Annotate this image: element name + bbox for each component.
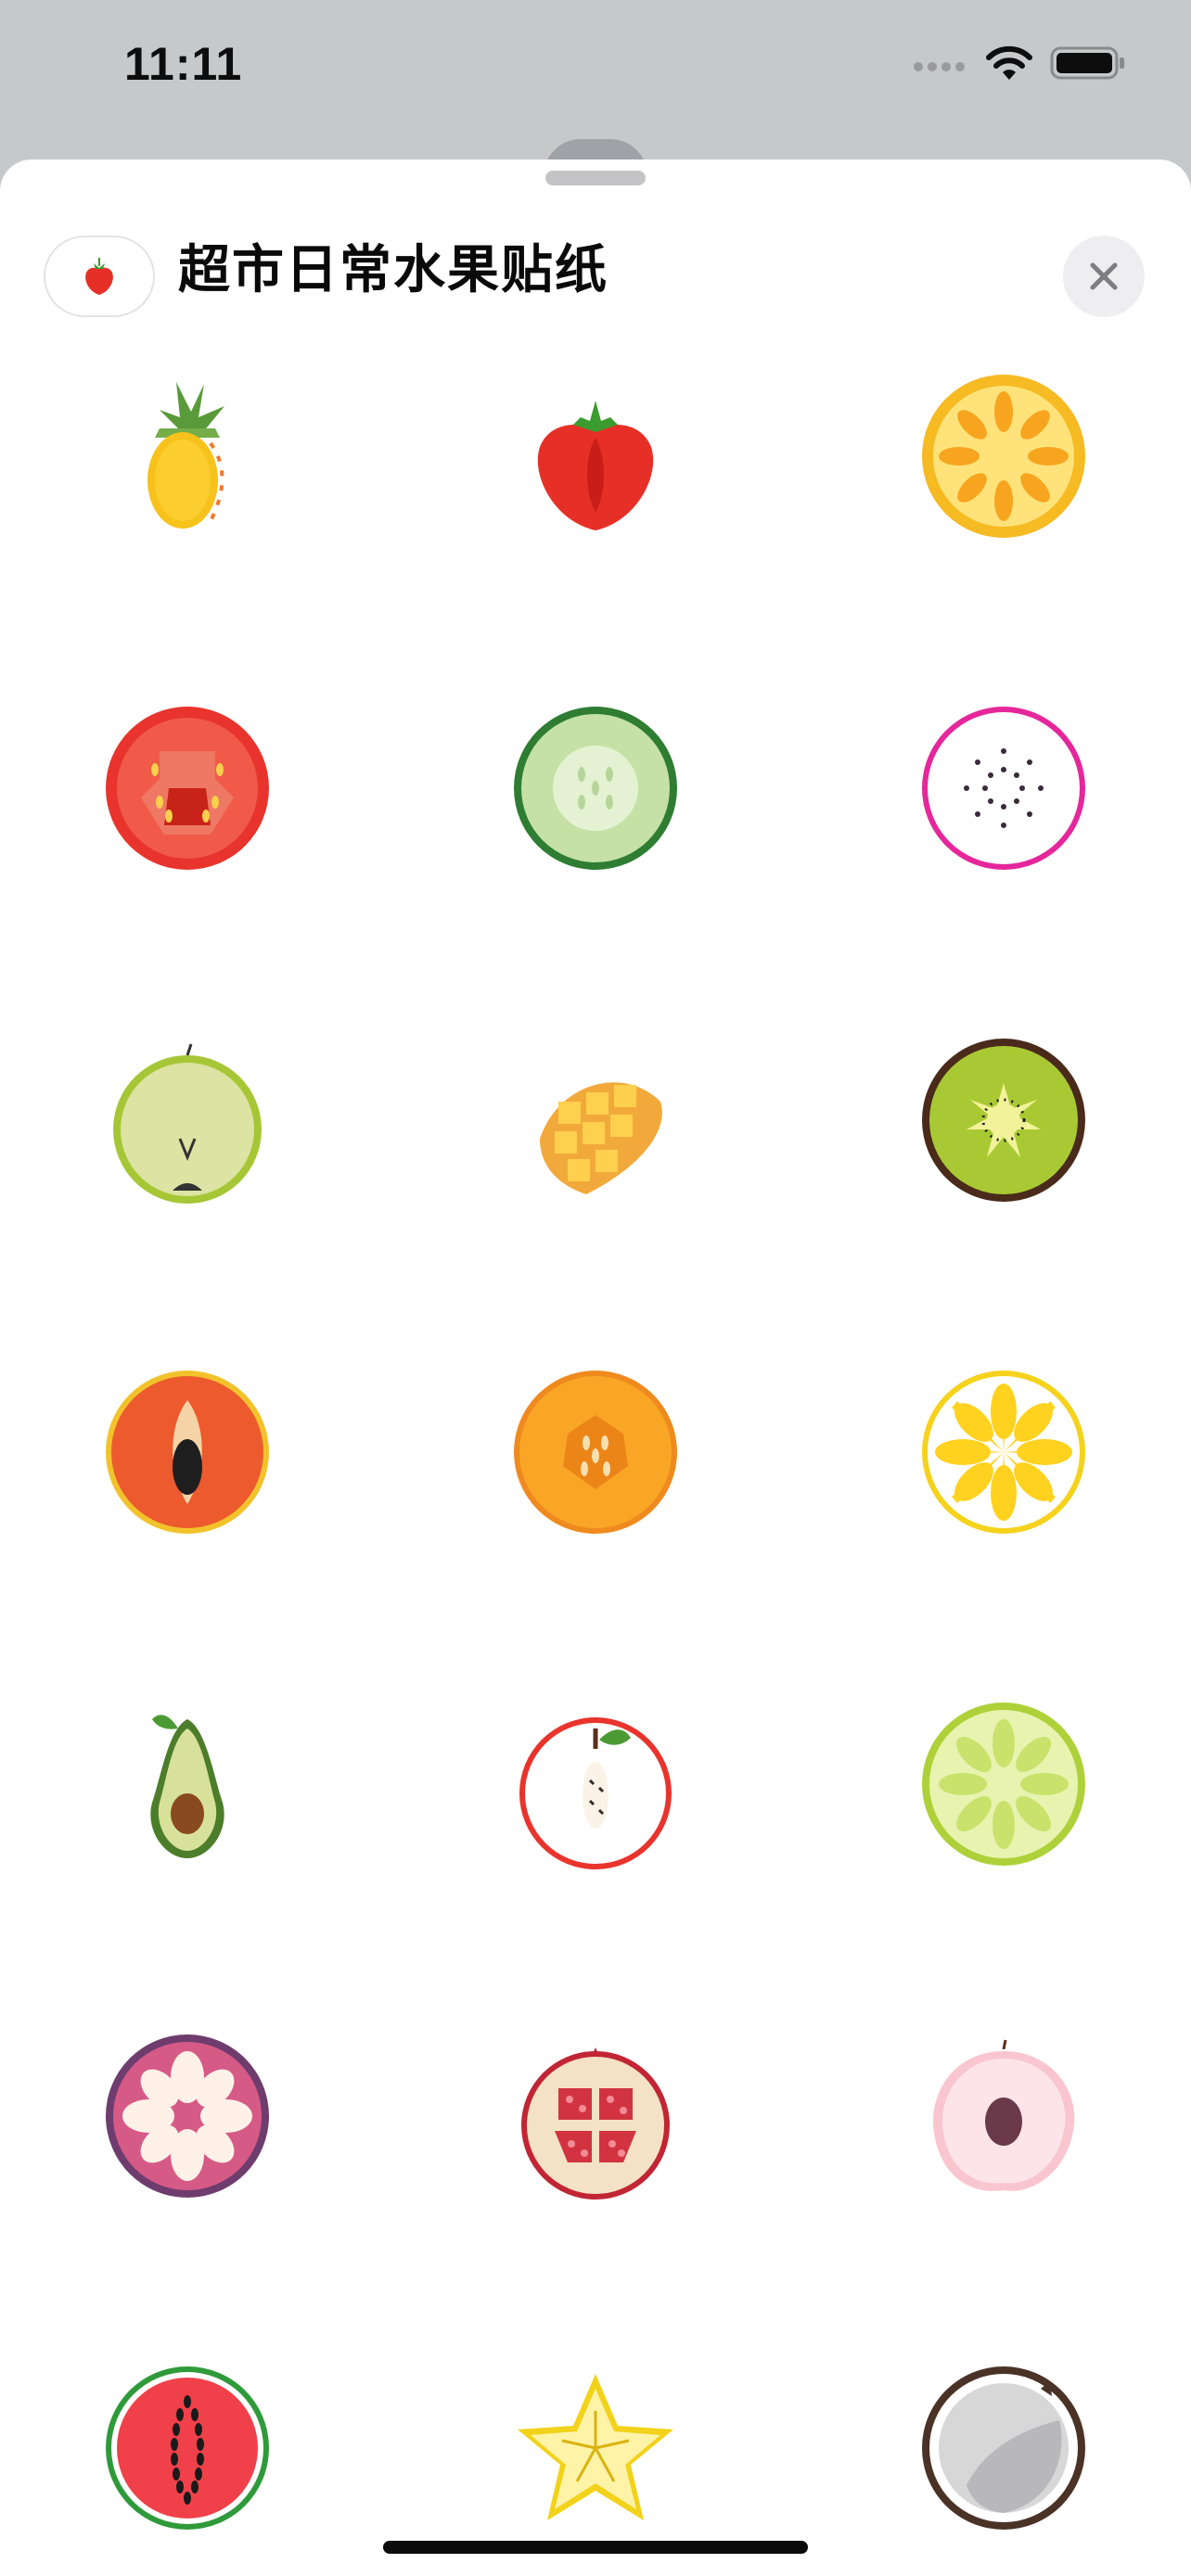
sticker-orange-slice[interactable] [902,354,1106,558]
sticker-mango-cubes[interactable] [493,1018,698,1222]
sticker-strawberry[interactable] [493,354,698,558]
battery-icon [1050,46,1124,80]
sticker-cucumber-slice[interactable] [493,686,698,890]
close-icon [1090,262,1118,290]
sticker-watermelon-slice[interactable] [85,2346,289,2550]
sticker-kiwi-slice[interactable] [902,1018,1106,1222]
sticker-tomato-slice[interactable] [85,686,289,890]
status-time: 11:11 [124,38,243,90]
sticker-cantaloupe-slice[interactable] [493,1350,698,1554]
sticker-coconut-half[interactable] [902,2346,1106,2550]
sticker-avocado[interactable] [85,1682,289,1886]
sheet-grabber[interactable] [545,171,646,185]
sticker-lime-slice[interactable] [902,1682,1106,1886]
home-indicator[interactable] [383,2541,808,2554]
sticker-apple-half[interactable] [493,1682,698,1886]
strawberry-icon [85,258,113,295]
sticker-dragon-fruit-slice[interactable] [902,686,1106,890]
sticker-pomegranate[interactable] [493,2014,698,2218]
sticker-lemon-slice[interactable] [902,1350,1106,1554]
sticker-peach-half[interactable] [902,2014,1106,2218]
status-bar: 11:11 [0,0,1191,139]
wifi-icon [986,45,1032,80]
close-button[interactable] [1063,236,1145,317]
status-icons [913,45,1126,82]
pack-title: 超市日常水果贴纸 [178,240,608,300]
sticker-papaya-slice[interactable] [85,1350,289,1554]
sticker-mangosteen[interactable] [85,2014,289,2218]
sticker-pack-sheet: 超市日常水果贴纸 [0,159,1191,2576]
sticker-starfruit[interactable] [493,2346,698,2550]
sticker-pear-half[interactable] [85,1018,289,1222]
pack-icon-button[interactable] [44,236,155,317]
sheet-header: 超市日常水果贴纸 [0,197,1191,326]
sticker-pineapple[interactable] [85,354,289,558]
cellular-icon [914,62,965,71]
